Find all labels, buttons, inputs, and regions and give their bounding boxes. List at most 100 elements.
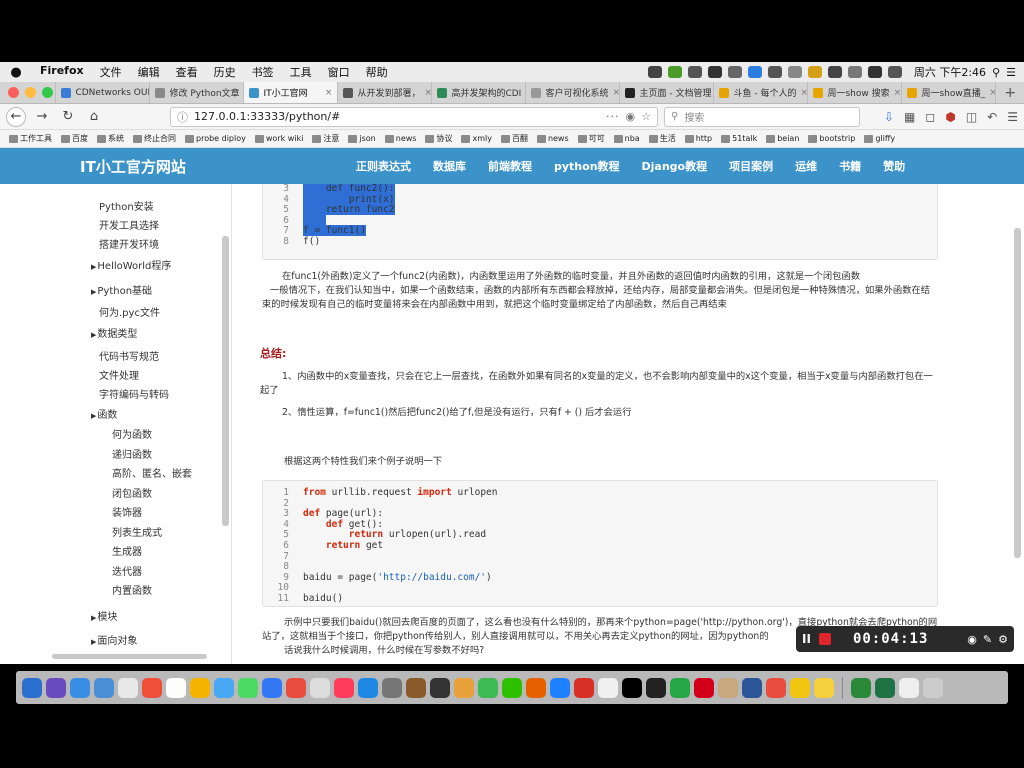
bookmark-item[interactable]: news [534,134,572,143]
forward-button[interactable]: → [32,107,52,127]
sidebar-icon[interactable]: ◫ [966,110,977,124]
tab-close-icon[interactable]: × [894,88,902,98]
sidebar-link[interactable]: 高阶、匿名、嵌套 [112,465,192,480]
menu-item[interactable]: 书签 [244,64,282,80]
camera-icon[interactable]: ◉ [967,633,977,646]
library-icon[interactable]: ▦ [904,110,915,124]
minimize-window-button[interactable] [25,87,36,98]
site-nav-link[interactable]: 前端教程 [488,158,532,174]
dock-app-icon[interactable] [814,677,834,698]
dock-app-icon[interactable] [166,677,186,698]
dock-app-icon[interactable] [694,677,714,698]
tray-icon[interactable] [867,66,882,78]
bookmark-item[interactable]: probe diploy [182,134,249,143]
sidebar-link[interactable]: 开发工具选择 [99,217,159,232]
dock-app-icon[interactable] [526,677,546,698]
settings-icon[interactable]: ⚙ [998,633,1008,646]
bookmark-item[interactable]: 51talk [718,134,760,143]
dock-app-icon[interactable] [502,677,522,698]
dock-app-icon[interactable] [22,677,42,698]
dock-app-icon[interactable] [550,677,570,698]
tray-icon[interactable] [827,66,842,78]
pocket-icon[interactable]: ◉ [626,110,636,123]
back-button[interactable]: ← [6,106,26,127]
dock-app-icon[interactable] [358,677,378,698]
dock-app-icon[interactable] [190,677,210,698]
dock-app-icon[interactable] [598,677,618,698]
dock-app-icon[interactable] [742,677,762,698]
site-nav-link[interactable]: 运维 [795,158,817,174]
info-icon[interactable]: ⓘ [177,109,188,125]
dock-app-icon[interactable] [286,677,306,698]
bookmark-item[interactable]: http [682,134,715,143]
browser-tab[interactable]: 从开发到部署， × [337,82,431,103]
ublock-icon[interactable]: ⬢ [945,110,955,124]
browser-tab[interactable]: 周一show直播_× [901,82,995,103]
dock-app-icon[interactable] [262,677,282,698]
bookmark-item[interactable]: xmly [458,134,494,143]
bookmark-item[interactable]: 系统 [94,133,127,144]
tray-icon[interactable] [667,66,682,78]
dock-app-icon[interactable] [851,677,871,698]
dock-app-icon[interactable] [622,677,642,698]
menu-icon[interactable]: ☰ [1007,110,1018,124]
stop-recording-button[interactable] [818,633,831,645]
dock-app-icon[interactable] [94,677,114,698]
sidebar-link[interactable]: 生成器 [112,543,142,558]
dock-app-icon[interactable] [718,677,738,698]
browser-tab[interactable]: IT小工官网 × [243,82,338,103]
browser-tab[interactable]: CDNetworks OUI× [55,82,149,103]
menu-item[interactable]: 窗口 [320,64,358,80]
sidebar-scrollbar[interactable] [222,236,229,526]
tray-icon[interactable] [847,66,862,78]
tray-icon[interactable] [747,66,762,78]
browser-tab[interactable]: 客户可视化系统 × [525,82,619,103]
menu-item[interactable]: 帮助 [358,64,396,80]
menu-item[interactable]: 文件 [92,64,130,80]
site-nav-link[interactable]: 赞助 [883,158,905,174]
new-tab-button[interactable]: + [995,82,1024,103]
browser-tab[interactable]: 斗鱼 - 每个人的 × [713,82,807,103]
site-nav-link[interactable]: Django教程 [642,158,708,174]
dock-app-icon[interactable] [478,677,498,698]
sidebar-link[interactable]: HelloWorld程序 [91,257,171,272]
dock-app-icon[interactable] [766,677,786,698]
menu-item[interactable]: 编辑 [130,64,168,80]
reload-button[interactable]: ↻ [58,107,78,127]
url-bar[interactable]: ⓘ 127.0.0.1:33333/python/# ··· ◉ ☆ [170,106,658,127]
dock-app-icon[interactable] [142,677,162,698]
dock-app-icon[interactable] [406,677,426,698]
bookmark-item[interactable]: 终止合同 [130,133,179,144]
undo-icon[interactable]: ↶ [987,110,997,124]
close-window-button[interactable] [8,87,19,98]
site-nav-link[interactable]: python教程 [554,158,620,174]
home-icon[interactable]: ⌂ [84,107,104,127]
sidebar-link[interactable]: 模块 [91,608,117,623]
sidebar-link[interactable]: 内置函数 [112,582,152,597]
sidebar-link[interactable]: 数据类型 [91,325,137,340]
dock-app-icon[interactable] [118,677,138,698]
dock-app-icon[interactable] [310,677,330,698]
bookmark-item[interactable]: 注意 [309,133,342,144]
bookmark-item[interactable]: work wiki [252,134,307,143]
site-nav-link[interactable]: 数据库 [433,158,466,174]
menu-item[interactable]: 历史 [206,64,244,80]
dock-app-icon[interactable] [70,677,90,698]
sidebar-link[interactable]: 代码书写规范 [99,348,159,363]
tray-icon[interactable] [687,66,702,78]
browser-tab[interactable]: 主页面 - 文档管理× [619,82,713,103]
dock-app-icon[interactable] [430,677,450,698]
dock-app-icon[interactable] [238,677,258,698]
dock-app-icon[interactable] [334,677,354,698]
extension-icon[interactable]: ◻ [925,110,935,124]
apple-icon[interactable]: ● [0,65,32,80]
bookmark-item[interactable]: 工作工具 [6,133,55,144]
site-title[interactable]: IT小工官方网站 [0,156,356,177]
tray-icon[interactable] [887,66,902,78]
site-nav-link[interactable]: 书籍 [839,158,861,174]
bookmark-item[interactable]: 可可 [575,133,608,144]
tray-icon[interactable] [707,66,722,78]
dock-app-icon[interactable] [454,677,474,698]
site-nav-link[interactable]: 项目案例 [729,158,773,174]
dock-app-icon[interactable] [574,677,594,698]
